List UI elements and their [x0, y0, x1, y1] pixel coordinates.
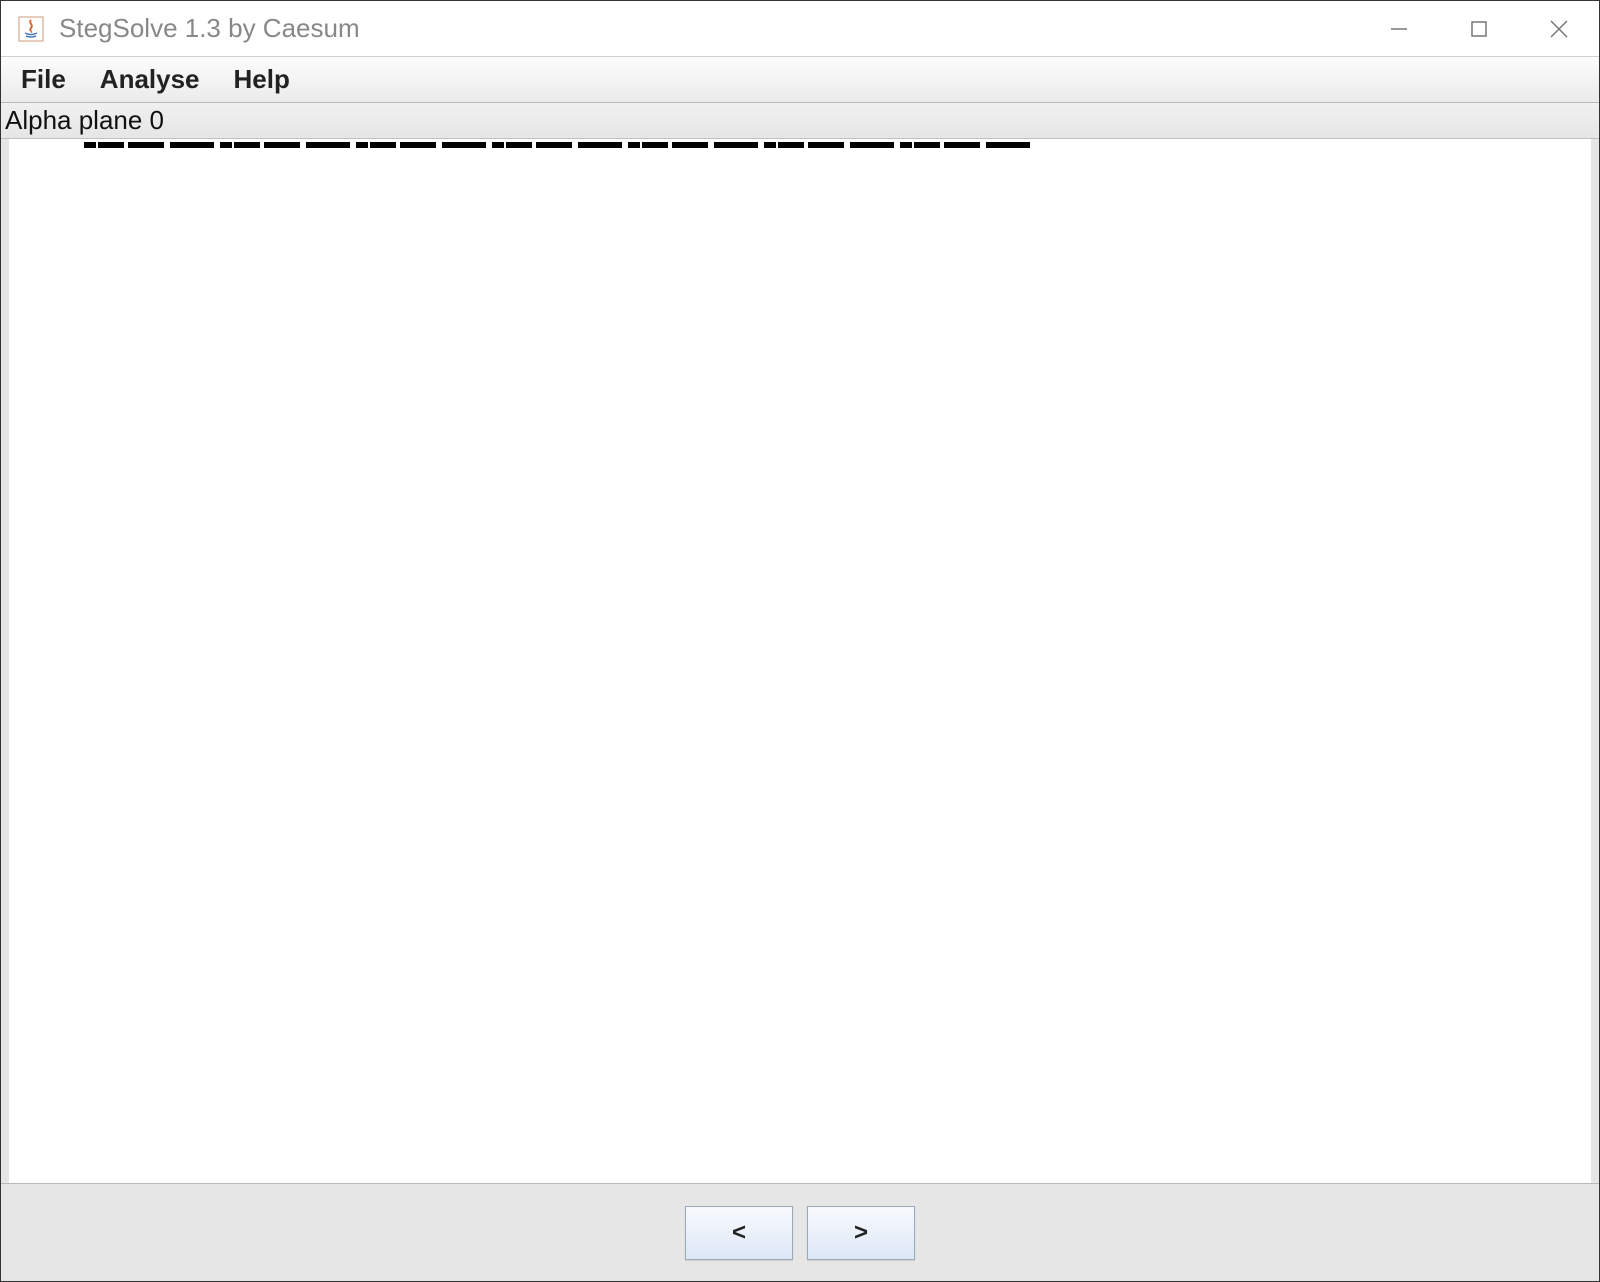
minimize-button[interactable] [1359, 1, 1439, 56]
prev-plane-button[interactable]: < [685, 1206, 793, 1260]
next-plane-button[interactable]: > [807, 1206, 915, 1260]
plane-canvas [9, 139, 1591, 1183]
window-title: StegSolve 1.3 by Caesum [59, 13, 360, 44]
close-button[interactable] [1519, 1, 1599, 56]
current-plane-label: Alpha plane 0 [5, 105, 164, 136]
maximize-button[interactable] [1439, 1, 1519, 56]
menu-analyse[interactable]: Analyse [92, 60, 208, 99]
menubar: File Analyse Help [1, 57, 1599, 103]
menu-file[interactable]: File [13, 60, 74, 99]
image-viewport [1, 139, 1599, 1183]
plane-label-row: Alpha plane 0 [1, 103, 1599, 139]
menu-help[interactable]: Help [226, 60, 298, 99]
image-data-artifact [84, 142, 1034, 148]
app-window: StegSolve 1.3 by Caesum File Analyse Hel… [0, 0, 1600, 1282]
nav-footer: < > [1, 1183, 1599, 1281]
titlebar: StegSolve 1.3 by Caesum [1, 1, 1599, 57]
window-controls [1359, 1, 1599, 56]
java-icon [17, 15, 45, 43]
